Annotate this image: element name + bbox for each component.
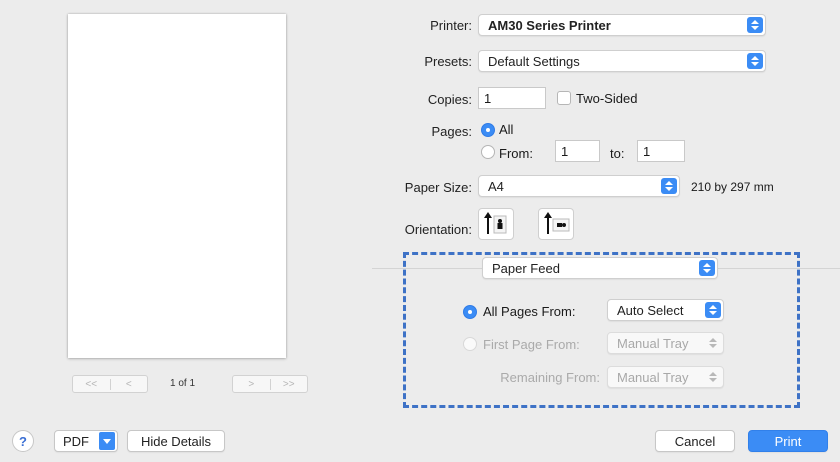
page-indicator: 1 of 1 <box>170 378 196 389</box>
cancel-button[interactable]: Cancel <box>655 430 735 452</box>
copies-field[interactable]: 1 <box>478 87 546 109</box>
paper-dimensions: 210 by 297 mm <box>691 180 774 194</box>
previous-page-button[interactable]: < <box>109 378 148 390</box>
popup-arrows-icon <box>661 178 677 194</box>
popup-arrows-icon <box>747 53 763 69</box>
pager-back-group[interactable]: << < <box>72 375 148 393</box>
two-sided-label: Two-Sided <box>576 91 638 106</box>
portrait-icon <box>484 212 507 234</box>
next-page-button[interactable]: > <box>233 379 270 390</box>
portrait-orientation-button[interactable] <box>478 208 514 240</box>
pages-from-field[interactable]: 1 <box>555 140 600 162</box>
print-button[interactable]: Print <box>748 430 828 452</box>
orientation-label: Orientation: <box>404 222 472 237</box>
pages-to-field[interactable]: 1 <box>637 140 685 162</box>
paper-size-value: A4 <box>488 178 504 194</box>
pages-to-label: to: <box>610 146 625 161</box>
printer-select[interactable]: AM30 Series Printer <box>478 14 766 36</box>
printer-value: AM30 Series Printer <box>488 17 611 33</box>
pages-from-label: From: <box>499 146 533 161</box>
pdf-label: PDF <box>63 433 89 449</box>
presets-label: Presets: <box>424 54 472 69</box>
pages-all-label: All <box>499 122 514 137</box>
presets-value: Default Settings <box>488 53 580 69</box>
paper-size-label: Paper Size: <box>404 180 472 195</box>
last-page-button[interactable]: >> <box>269 378 308 390</box>
two-sided-checkbox[interactable] <box>557 91 571 105</box>
pages-label: Pages: <box>431 124 472 139</box>
highlight-box <box>403 252 800 408</box>
help-button[interactable]: ? <box>12 430 34 452</box>
chevron-down-icon <box>99 432 115 450</box>
pages-from-radio[interactable] <box>481 145 495 159</box>
printer-label: Printer: <box>430 18 472 33</box>
pdf-menu-button[interactable]: PDF <box>54 430 118 452</box>
presets-select[interactable]: Default Settings <box>478 50 766 72</box>
print-preview-page <box>68 14 286 358</box>
paper-size-select[interactable]: A4 <box>478 175 680 197</box>
pager-forward-group[interactable]: > >> <box>232 375 308 393</box>
popup-arrows-icon <box>747 17 763 33</box>
hide-details-button[interactable]: Hide Details <box>127 430 225 452</box>
landscape-orientation-button[interactable] <box>538 208 574 240</box>
landscape-icon <box>544 212 570 234</box>
first-page-button[interactable]: << <box>73 379 110 390</box>
pages-all-radio[interactable] <box>481 123 495 137</box>
copies-label: Copies: <box>427 92 472 107</box>
